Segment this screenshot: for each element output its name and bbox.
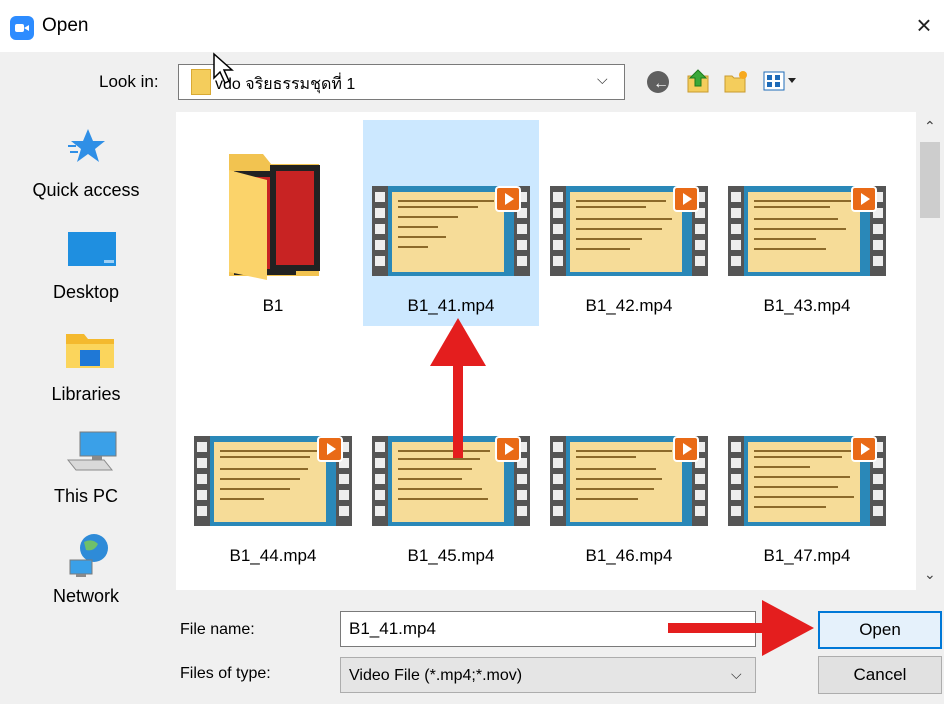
file-name: B1_41.mp4	[407, 296, 495, 315]
folder-icon	[191, 69, 211, 95]
file-item-video[interactable]: B1_47.mp4	[719, 370, 895, 576]
file-name: B1_47.mp4	[763, 546, 851, 565]
open-button[interactable]: Open	[818, 611, 942, 649]
file-name: B1_45.mp4	[407, 546, 495, 565]
scroll-thumb[interactable]	[920, 142, 940, 218]
window-title: Open	[42, 15, 89, 36]
up-folder-icon	[687, 69, 709, 93]
cancel-button[interactable]: Cancel	[818, 656, 942, 694]
mouse-cursor-icon	[213, 52, 234, 85]
sidebar-item-quick-access[interactable]: Quick access	[0, 122, 172, 222]
file-item-video[interactable]: B1_43.mp4	[719, 120, 895, 326]
play-icon	[317, 436, 343, 462]
files-of-type-value: Video File (*.mp4;*.mov)	[349, 667, 523, 684]
computer-icon	[66, 431, 117, 471]
sidebar-item-network[interactable]: Network	[0, 528, 172, 628]
annotation-arrow-right-icon	[668, 600, 814, 656]
file-name: B1_42.mp4	[585, 296, 673, 315]
file-item-video[interactable]: B1_41.mp4	[363, 120, 539, 326]
file-item-video[interactable]: B1_44.mp4	[185, 370, 361, 576]
file-list[interactable]: B1 B1_41.mp4 B1_42.mp4 B1_43.mp4 B1_44.m…	[176, 112, 916, 590]
vertical-scrollbar[interactable]: ⌃ ⌄	[916, 112, 944, 590]
star-icon	[68, 129, 105, 162]
video-folder-icon	[229, 154, 320, 280]
new-folder-icon	[724, 71, 747, 93]
back-arrow-icon: ←	[647, 71, 669, 93]
file-item-video[interactable]: B1_42.mp4	[541, 120, 717, 326]
network-icon	[69, 534, 108, 577]
file-name-label: File name:	[180, 621, 255, 638]
look-in-label: Look in:	[99, 72, 159, 91]
up-one-level-button[interactable]	[685, 66, 713, 96]
places-sidebar: Quick access Desktop Libraries This PC N…	[0, 112, 172, 622]
sidebar-item-this-pc[interactable]: This PC	[0, 428, 172, 528]
file-name: B1_43.mp4	[763, 296, 851, 315]
play-icon	[851, 436, 877, 462]
view-menu-button[interactable]	[762, 66, 812, 96]
file-name: B1_46.mp4	[585, 546, 673, 565]
back-button[interactable]: ←	[644, 66, 672, 96]
close-button[interactable]: ×	[910, 12, 938, 40]
new-folder-button[interactable]	[722, 66, 750, 96]
libraries-icon	[66, 334, 114, 368]
look-in-value: vdo จริยธรรมชุดที่ 1	[215, 76, 356, 93]
file-item-video[interactable]: B1_46.mp4	[541, 370, 717, 576]
look-in-dropdown[interactable]: vdo จริยธรรมชุดที่ 1 ⌵	[178, 64, 625, 100]
title-bar: Open ×	[0, 0, 944, 52]
scroll-down-icon[interactable]: ⌄	[924, 566, 936, 583]
chevron-down-icon: ⌵	[597, 71, 608, 87]
files-of-type-label: Files of type:	[180, 665, 271, 682]
play-icon	[673, 436, 699, 462]
files-of-type-dropdown[interactable]: Video File (*.mp4;*.mov) ⌵	[340, 657, 756, 693]
zoom-app-icon	[10, 16, 34, 40]
play-icon	[495, 186, 521, 212]
chevron-down-icon: ⌵	[731, 666, 742, 682]
open-dialog: Open × Look in: vdo จริยธรรมชุดที่ 1 ⌵ ←	[0, 0, 944, 704]
file-item-folder[interactable]: B1	[185, 120, 361, 326]
play-icon	[673, 186, 699, 212]
desktop-icon	[68, 232, 116, 266]
play-icon	[851, 186, 877, 212]
file-name: B1_44.mp4	[229, 546, 317, 565]
scroll-up-icon[interactable]: ⌃	[924, 118, 936, 135]
play-icon	[495, 436, 521, 462]
view-grid-icon	[763, 71, 796, 91]
annotation-arrow-up-icon	[430, 318, 486, 458]
sidebar-item-desktop[interactable]: Desktop	[0, 224, 172, 324]
file-name: B1	[262, 296, 284, 315]
sidebar-item-libraries[interactable]: Libraries	[0, 324, 172, 424]
